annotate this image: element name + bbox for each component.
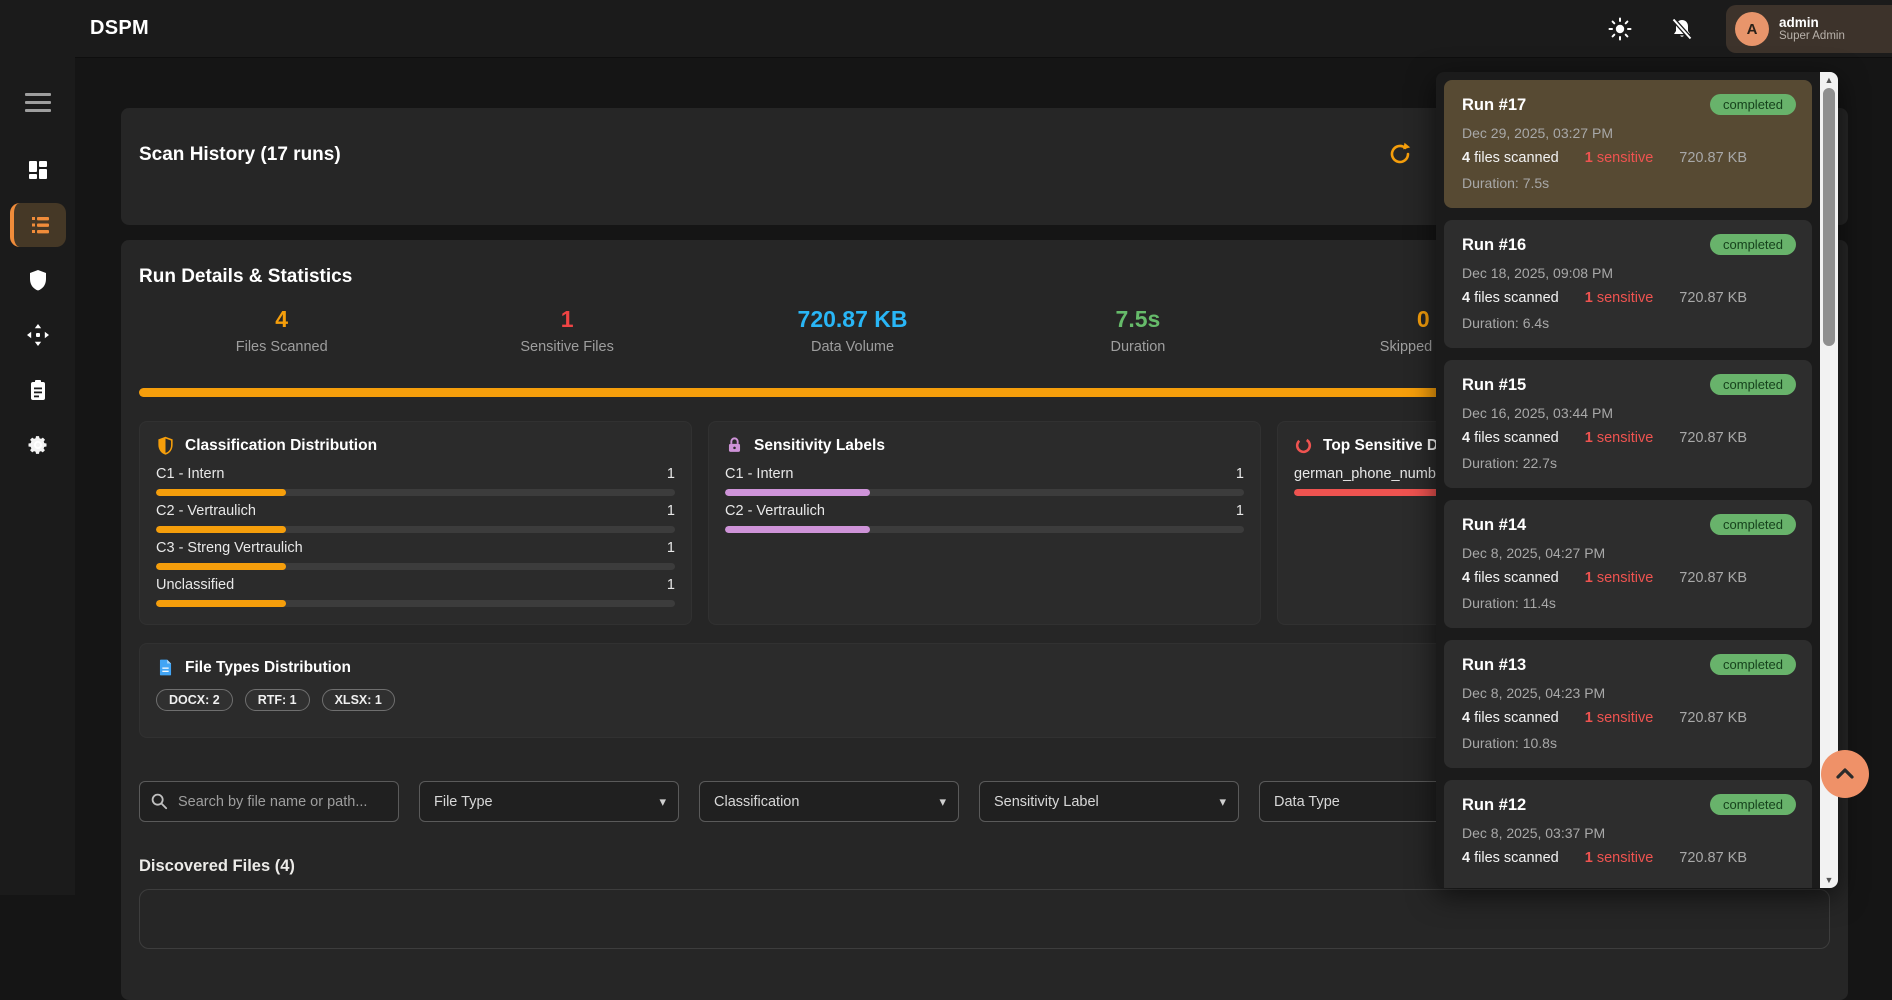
sidebar bbox=[0, 0, 75, 895]
status-badge: completed bbox=[1710, 654, 1796, 675]
chevron-down-icon: ▾ bbox=[659, 793, 666, 809]
lock-icon bbox=[728, 437, 741, 452]
app-title: DSPM bbox=[90, 17, 149, 39]
sensitivity-label-select[interactable]: Sensitivity Label ▾ bbox=[979, 781, 1239, 822]
shield-half-icon bbox=[158, 436, 173, 455]
sidebar-item-dashboard[interactable] bbox=[10, 148, 66, 192]
move-icon bbox=[26, 324, 49, 346]
run-list-item[interactable]: Run #12 completed Dec 8, 2025, 03:37 PM … bbox=[1444, 780, 1812, 888]
search-input[interactable] bbox=[139, 781, 399, 822]
classification-distribution-card: Classification Distribution C1 - Intern … bbox=[139, 421, 692, 625]
stat-files-scanned: 4 Files Scanned bbox=[235, 306, 328, 355]
chevron-down-icon: ▾ bbox=[939, 793, 946, 809]
theme-toggle-button[interactable] bbox=[1602, 11, 1638, 47]
hamburger-icon bbox=[24, 92, 51, 96]
notifications-button[interactable] bbox=[1664, 11, 1700, 47]
file-icon bbox=[159, 659, 172, 676]
run-list-item[interactable]: Run #15 completed Dec 16, 2025, 03:44 PM… bbox=[1444, 360, 1812, 488]
sensitivity-row: C2 - Vertraulich 1 bbox=[725, 503, 1244, 519]
search-icon bbox=[151, 793, 168, 810]
gear-icon bbox=[28, 436, 46, 454]
chevron-up-icon bbox=[1836, 768, 1854, 779]
status-badge: completed bbox=[1710, 374, 1796, 395]
classification-row: C1 - Intern 1 bbox=[156, 466, 675, 482]
bell-slash-icon bbox=[1671, 17, 1693, 41]
stat-data-volume: 720.87 KB Data Volume bbox=[797, 306, 908, 355]
stat-sensitive-files: 1 Sensitive Files bbox=[520, 306, 614, 355]
sidebar-nav bbox=[0, 148, 75, 467]
classification-select[interactable]: Classification ▾ bbox=[699, 781, 959, 822]
status-badge: completed bbox=[1710, 794, 1796, 815]
stat-duration: 7.5s Duration bbox=[1110, 306, 1166, 355]
header: DSPM A admin Super Admin bbox=[0, 0, 1892, 58]
stats-row: 4 Files Scanned 1 Sensitive Files 720.87… bbox=[139, 306, 1566, 355]
avatar: A bbox=[1735, 12, 1769, 46]
scrollbar-down-arrow-icon[interactable]: ▼ bbox=[1820, 875, 1838, 885]
sidebar-item-scan-history[interactable] bbox=[9, 203, 66, 247]
sidebar-item-settings[interactable] bbox=[10, 423, 66, 467]
scan-history-title: Scan History (17 runs) bbox=[139, 144, 341, 165]
classification-row: C3 - Streng Vertraulich 1 bbox=[156, 540, 675, 556]
discovered-files-title: Discovered Files (4) bbox=[139, 857, 295, 875]
filters-row: File Type ▾ Classification ▾ Sensitivity… bbox=[139, 781, 1519, 822]
scrollbar-up-arrow-icon[interactable]: ▲ bbox=[1820, 75, 1838, 85]
refresh-button[interactable] bbox=[1385, 140, 1415, 170]
file-type-chip: RTF: 1 bbox=[244, 689, 310, 711]
run-list-item[interactable]: Run #13 completed Dec 8, 2025, 04:23 PM … bbox=[1444, 640, 1812, 768]
classification-row: C2 - Vertraulich 1 bbox=[156, 503, 675, 519]
status-badge: completed bbox=[1710, 514, 1796, 535]
file-type-chip: XLSX: 1 bbox=[321, 689, 395, 711]
sun-icon bbox=[1608, 17, 1632, 41]
file-type-select[interactable]: File Type ▾ bbox=[419, 781, 679, 822]
sidebar-item-reports[interactable] bbox=[10, 368, 66, 412]
chevron-down-icon: ▾ bbox=[1219, 793, 1226, 809]
header-actions: A admin Super Admin bbox=[1602, 0, 1892, 58]
sensitivity-labels-card: Sensitivity Labels C1 - Intern 1 C2 - Ve… bbox=[708, 421, 1261, 625]
scrollbar-thumb[interactable] bbox=[1823, 88, 1835, 346]
scroll-to-top-button[interactable] bbox=[1821, 750, 1869, 798]
classification-row: Unclassified 1 bbox=[156, 577, 675, 593]
list-icon bbox=[31, 217, 49, 234]
run-details-title: Run Details & Statistics bbox=[139, 266, 353, 287]
user-name: admin bbox=[1779, 14, 1819, 30]
alert-ring-icon bbox=[1295, 437, 1312, 454]
run-list-item[interactable]: Run #16 completed Dec 18, 2025, 09:08 PM… bbox=[1444, 220, 1812, 348]
file-type-chip: DOCX: 2 bbox=[156, 689, 233, 711]
sensitivity-row: C1 - Intern 1 bbox=[725, 466, 1244, 482]
run-list-item[interactable]: Run #17 completed Dec 29, 2025, 03:27 PM… bbox=[1444, 80, 1812, 208]
menu-toggle-button[interactable] bbox=[16, 88, 60, 116]
clipboard-icon bbox=[30, 380, 45, 400]
user-menu[interactable]: A admin Super Admin bbox=[1726, 5, 1892, 53]
user-role: Super Admin bbox=[1779, 30, 1845, 43]
status-badge: completed bbox=[1710, 94, 1796, 115]
refresh-icon bbox=[1390, 142, 1411, 164]
scan-runs-dropdown-panel: Run #17 completed Dec 29, 2025, 03:27 PM… bbox=[1436, 72, 1838, 888]
discovered-files-table bbox=[139, 889, 1830, 949]
status-badge: completed bbox=[1710, 234, 1796, 255]
dashboard-icon bbox=[28, 161, 47, 179]
shield-icon bbox=[29, 270, 46, 291]
sidebar-item-data-flow[interactable] bbox=[10, 313, 66, 357]
run-list-item[interactable]: Run #14 completed Dec 8, 2025, 04:27 PM … bbox=[1444, 500, 1812, 628]
sidebar-item-security[interactable] bbox=[10, 258, 66, 302]
